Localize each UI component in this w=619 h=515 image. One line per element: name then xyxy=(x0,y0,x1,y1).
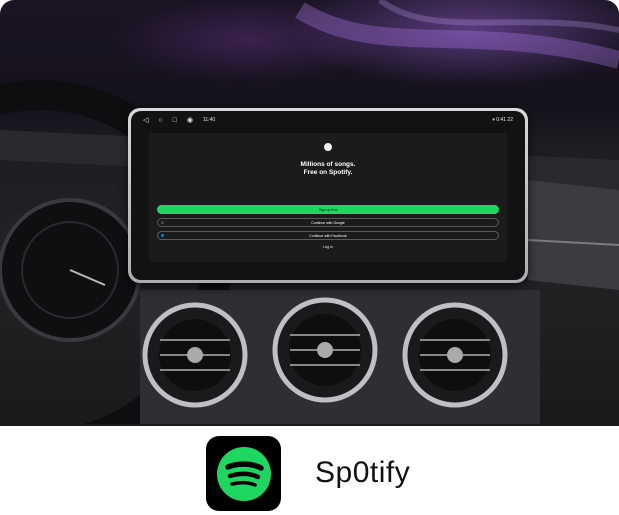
continue-with-facebook-button[interactable]: Continue with Facebook xyxy=(157,231,499,240)
spotify-logo-icon xyxy=(216,446,271,501)
android-status-bar: ◁ ○ □ ◉ 11:40 ▾ 0:41 22 xyxy=(131,111,525,129)
vent xyxy=(402,302,508,408)
facebook-label: Continue with Facebook xyxy=(309,233,347,238)
google-label: Continue with Google xyxy=(311,220,345,225)
tagline-line-1: Millions of songs. xyxy=(300,161,356,168)
status-time: 11:40 xyxy=(202,117,216,123)
product-card: ◁ ○ □ ◉ 11:40 ▾ 0:41 22 Millions of song… xyxy=(0,0,619,515)
tagline-line-2: Free on Spotify. xyxy=(303,169,353,176)
caption-band: Sp0tify xyxy=(0,424,619,515)
sign-up-label: Sign up free xyxy=(318,207,338,212)
home-icon[interactable]: ○ xyxy=(158,117,162,124)
spotify-login-screen: Millions of songs. Free on Spotify. Sign… xyxy=(149,133,507,262)
recents-icon[interactable]: □ xyxy=(173,117,177,124)
spotify-app-icon xyxy=(206,436,281,511)
status-indicators: ▾ 0:41 22 xyxy=(492,117,513,123)
sign-up-button[interactable]: Sign up free xyxy=(157,205,499,214)
vent xyxy=(142,302,248,408)
facebook-icon xyxy=(161,234,164,237)
head-unit-screen: ◁ ○ □ ◉ 11:40 ▾ 0:41 22 Millions of song… xyxy=(131,111,525,280)
vent xyxy=(272,297,378,403)
head-unit-display: ◁ ○ □ ◉ 11:40 ▾ 0:41 22 Millions of song… xyxy=(128,108,528,283)
car-dashboard-photo: ◁ ○ □ ◉ 11:40 ▾ 0:41 22 Millions of song… xyxy=(0,0,619,424)
back-icon[interactable]: ◁ xyxy=(143,117,148,124)
continue-with-google-button[interactable]: G Continue with Google xyxy=(157,218,499,227)
google-icon: G xyxy=(161,220,164,225)
spotify-logo-icon xyxy=(324,143,332,151)
app-name: Sp0tify xyxy=(315,456,411,489)
log-in-link[interactable]: Log in xyxy=(149,245,507,249)
tagline: Millions of songs. Free on Spotify. xyxy=(149,161,507,177)
record-icon[interactable]: ◉ xyxy=(187,117,193,124)
